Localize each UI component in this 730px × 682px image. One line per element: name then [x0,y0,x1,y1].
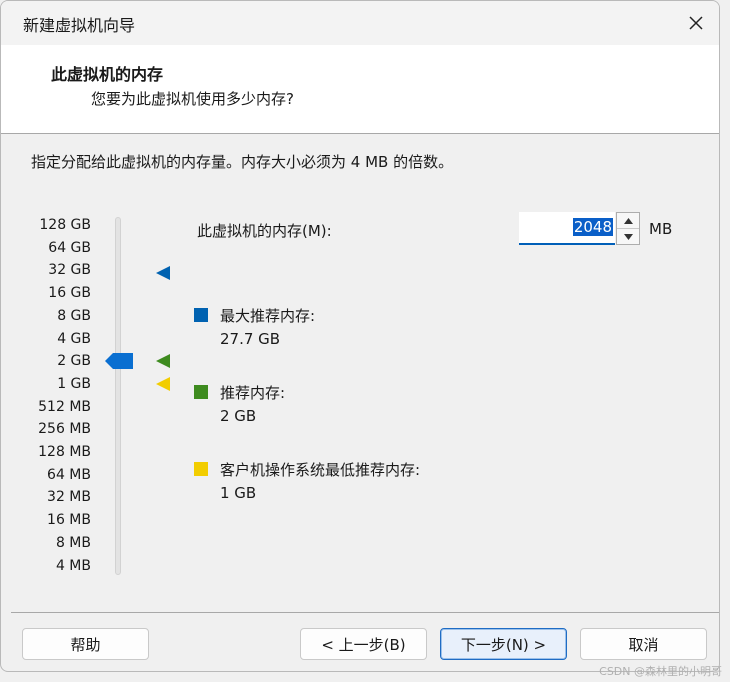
new-vm-wizard-window: 新建虚拟机向导 此虚拟机的内存 您要为此虚拟机使用多少内存? 指定分配给此虚拟机… [0,0,720,672]
max-recommended-marker-icon [156,265,170,280]
back-button[interactable]: < 上一步(B) [300,628,427,660]
minimum-recommended-swatch-icon [194,462,208,476]
window-title: 新建虚拟机向导 [23,16,136,35]
memory-input-value: 2048 [572,217,613,236]
memory-scale-label: 32 GB [48,262,91,279]
memory-scale-label: 32 MB [47,489,91,506]
caret-down-icon [623,233,633,240]
decrement-button[interactable] [617,229,639,244]
memory-scale-label: 2 GB [57,353,91,370]
recommended-swatch-icon [194,385,208,399]
memory-scale-label: 256 MB [38,421,91,438]
increment-button[interactable] [617,213,639,229]
memory-scale-label: 8 MB [55,534,91,551]
memory-scale-label: 128 GB [39,217,91,233]
max-recommended-label: 最大推荐内存: [220,307,316,325]
recommended-label: 推荐内存: [220,384,286,402]
memory-slider-track[interactable] [115,217,121,575]
minimum-recommended-marker-icon [156,376,170,391]
cancel-button[interactable]: 取消 [580,628,707,660]
memory-unit: MB [649,220,673,238]
wizard-header: 此虚拟机的内存 您要为此虚拟机使用多少内存? [1,45,719,134]
close-button[interactable] [673,1,719,45]
memory-scale-label: 512 MB [38,398,91,415]
help-button[interactable]: 帮助 [22,628,149,660]
close-icon [689,16,703,30]
memory-spinner-buttons [616,212,640,245]
memory-scale-label: 16 MB [47,512,91,529]
memory-scale-label: 8 GB [57,307,91,324]
memory-scale-label: 16 GB [48,285,91,302]
memory-scale-label: 4 MB [55,557,91,574]
recommended-marker-icon [156,354,170,369]
minimum-recommended-value: 1 GB [220,484,257,502]
memory-spinner: 2048 [519,212,641,245]
max-recommended-value: 27.7 GB [220,330,281,348]
memory-field-label: 此虚拟机的内存(M): [197,222,332,240]
memory-slider-thumb[interactable] [105,353,133,369]
memory-scale-label: 4 GB [57,330,91,347]
caret-up-icon [623,217,633,224]
memory-scale-label: 1 GB [57,375,91,392]
memory-scale-label: 64 GB [48,239,91,256]
memory-scale-label: 128 MB [38,444,91,460]
recommended-value: 2 GB [220,407,257,425]
title-bar: 新建虚拟机向导 [1,1,719,45]
minimum-recommended-label: 客户机操作系统最低推荐内存: [220,461,421,479]
page-title: 此虚拟机的内存 [51,65,164,84]
max-recommended-swatch-icon [194,308,208,322]
page-subtitle: 您要为此虚拟机使用多少内存? [91,90,294,108]
instruction-text: 指定分配给此虚拟机的内存量。内存大小必须为 4 MB 的倍数。 [31,153,454,171]
memory-input[interactable]: 2048 [519,212,615,245]
next-button[interactable]: 下一步(N) > [440,628,567,660]
watermark-text: CSDN @森林里的小明哥 [599,665,722,678]
footer-divider [11,612,719,613]
memory-scale-label: 64 MB [47,466,91,483]
